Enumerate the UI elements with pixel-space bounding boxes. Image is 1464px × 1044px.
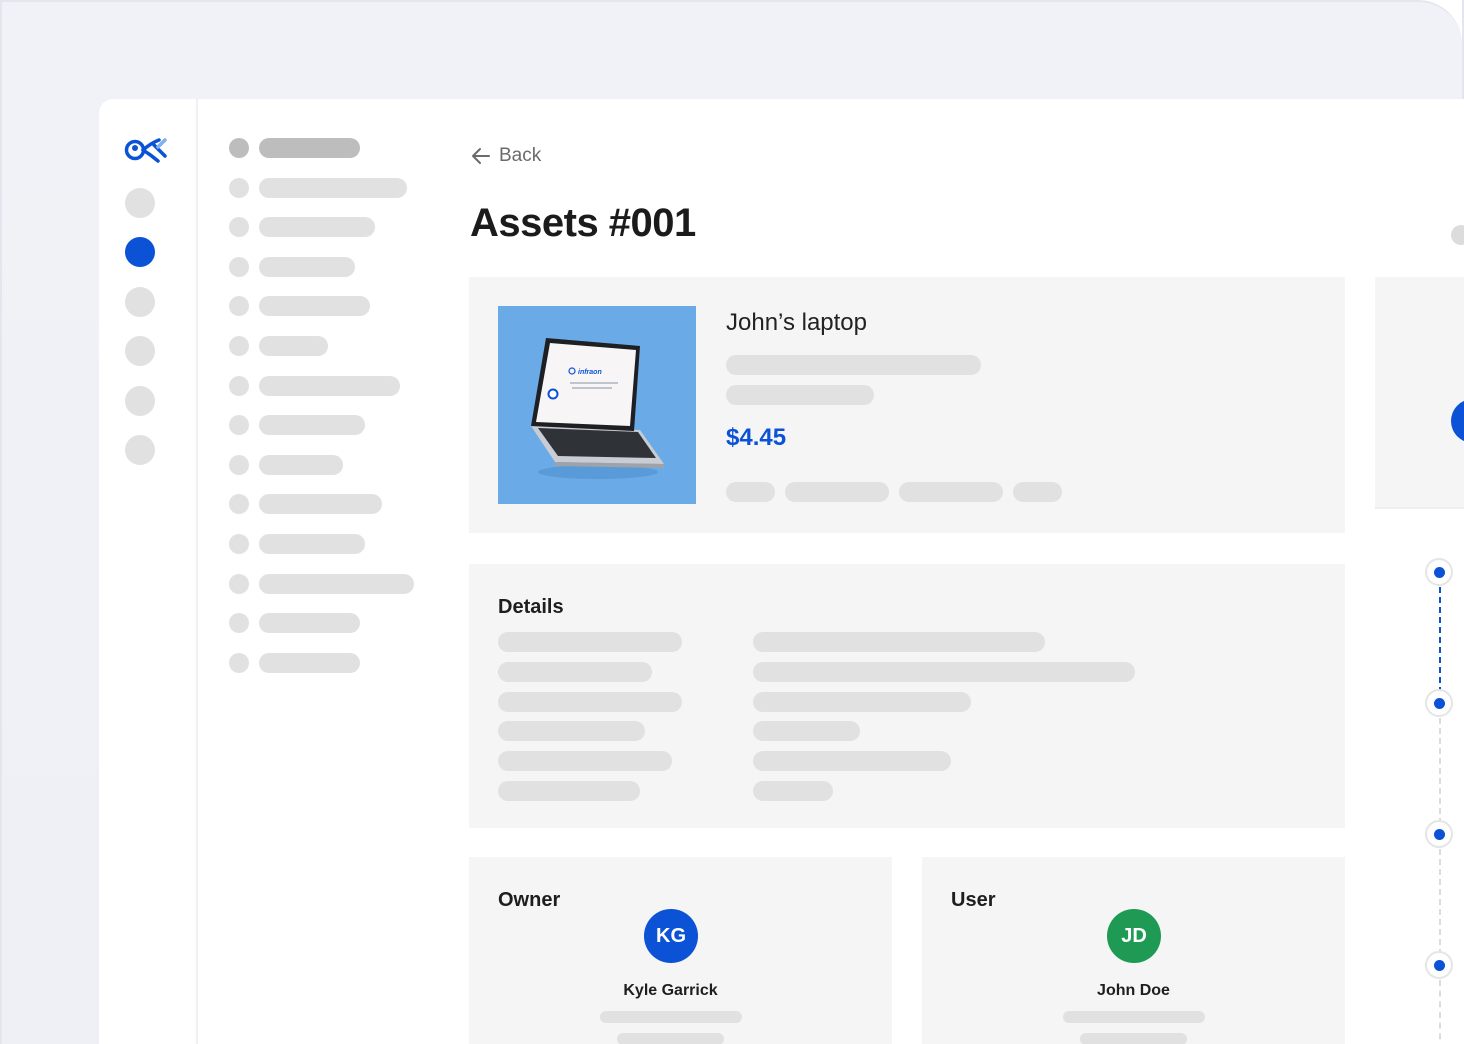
skeleton-line [617, 1033, 724, 1044]
arrow-left-icon [472, 148, 490, 164]
detail-value-skeleton [753, 721, 860, 741]
infraon-logo-icon[interactable] [124, 135, 168, 163]
details-card: Details [469, 564, 1345, 828]
timeline-node[interactable] [1425, 820, 1453, 848]
timeline-connector [1439, 718, 1441, 834]
detail-value-skeleton [753, 662, 1135, 682]
rail-nav-item[interactable] [125, 386, 155, 416]
page-title: Assets #001 [470, 201, 696, 245]
detail-value-skeleton [753, 751, 951, 771]
timeline-connector [1439, 980, 1441, 1044]
timeline-node[interactable] [1425, 558, 1453, 586]
side-panel [1375, 277, 1464, 509]
laptop-illustration: infraon [498, 306, 696, 504]
detail-label-skeleton [498, 721, 645, 741]
tag-chip[interactable] [726, 482, 775, 502]
owner-heading: Owner [498, 889, 561, 911]
rail-nav-item[interactable] [125, 188, 155, 218]
user-heading: User [951, 889, 996, 911]
detail-label-skeleton [498, 692, 682, 712]
rail-nav-item[interactable] [125, 287, 155, 317]
user-card: User JD John Doe [922, 857, 1345, 1044]
side-toggle[interactable] [1451, 225, 1464, 245]
timeline-connector [1439, 849, 1441, 965]
skeleton-line [600, 1011, 742, 1023]
owner-card: Owner KG Kyle Garrick [469, 857, 892, 1044]
rail-nav-item[interactable] [125, 336, 155, 366]
detail-label-skeleton [498, 662, 652, 682]
user-avatar[interactable]: JD [1107, 909, 1161, 963]
timeline-connector [1439, 587, 1441, 703]
tag-chip[interactable] [785, 482, 889, 502]
detail-value-skeleton [753, 692, 971, 712]
skeleton-line [726, 385, 874, 405]
icon-rail [99, 99, 198, 1044]
detail-label-skeleton [498, 751, 672, 771]
user-name[interactable]: John Doe [922, 982, 1345, 1000]
detail-label-skeleton [498, 632, 682, 652]
owner-name[interactable]: Kyle Garrick [469, 982, 872, 1000]
app-window: Back Assets #001 infraon John’s laptop $… [99, 99, 1464, 1044]
rail-nav-item-active[interactable] [125, 237, 155, 267]
asset-name: John’s laptop [726, 309, 867, 336]
asset-price: $4.45 [726, 424, 787, 451]
tag-chip[interactable] [1013, 482, 1062, 502]
svg-text:infraon: infraon [578, 369, 602, 376]
details-heading: Details [498, 596, 564, 618]
asset-summary-card: infraon John’s laptop $4.45 [469, 277, 1345, 533]
owner-avatar[interactable]: KG [644, 909, 698, 963]
skeleton-line [726, 355, 981, 375]
detail-label-skeleton [498, 781, 640, 801]
back-label: Back [499, 145, 542, 166]
skeleton-line [1063, 1011, 1205, 1023]
timeline-node[interactable] [1425, 951, 1453, 979]
detail-value-skeleton [753, 781, 833, 801]
back-link[interactable]: Back [471, 145, 541, 167]
timeline-node[interactable] [1425, 689, 1453, 717]
tag-chip[interactable] [899, 482, 1003, 502]
skeleton-line [1080, 1033, 1187, 1044]
rail-nav-item[interactable] [125, 435, 155, 465]
detail-value-skeleton [753, 632, 1045, 652]
